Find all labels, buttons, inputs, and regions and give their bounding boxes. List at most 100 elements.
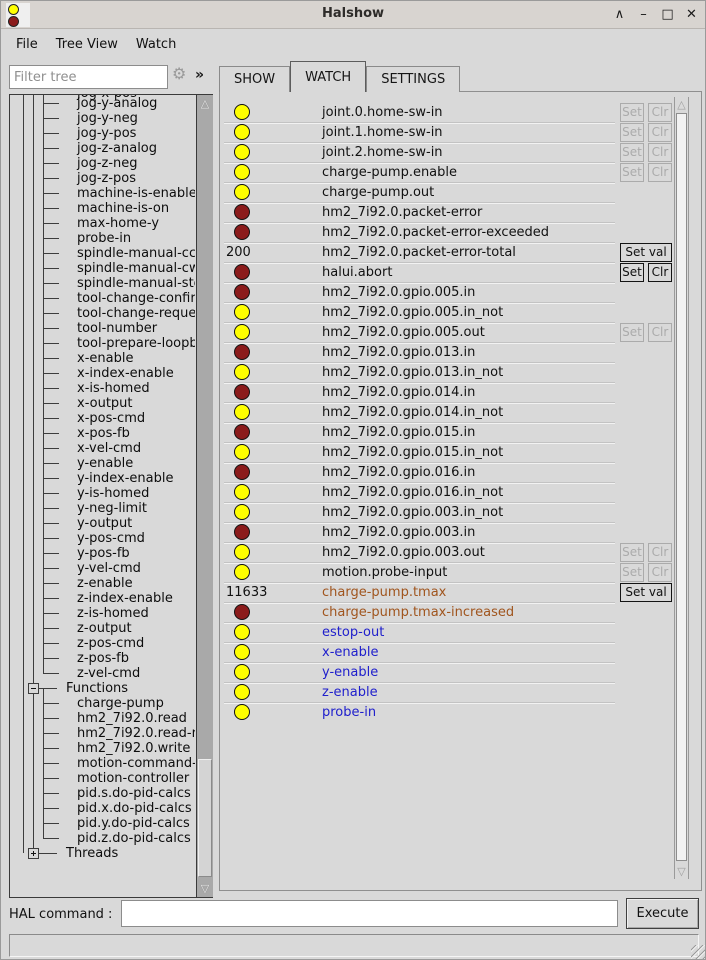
tree-item-y-index-enable[interactable]: y-index-enable: [11, 471, 195, 486]
tree-item-jog-y-neg[interactable]: jog-y-neg: [11, 111, 195, 126]
tree-item-y-pos-cmd[interactable]: y-pos-cmd: [11, 531, 195, 546]
watch-row[interactable]: 200hm2_7i92.0.packet-error-totalSet val: [224, 243, 672, 263]
watch-row[interactable]: hm2_7i92.0.gpio.005.outSetClr: [224, 323, 672, 343]
tree-item-jog-z-pos[interactable]: jog-z-pos: [11, 171, 195, 186]
tree-item-spindle-manual-cw[interactable]: spindle-manual-cw: [11, 261, 195, 276]
tree-item-motion-command-handler[interactable]: motion-command-handler: [11, 756, 195, 771]
tree-item-hm2_7i92.0.write[interactable]: hm2_7i92.0.write: [11, 741, 195, 756]
set-button[interactable]: Set: [620, 263, 644, 282]
filter-tree-input[interactable]: [9, 65, 168, 89]
tree-item-spindle-manual-ccw[interactable]: spindle-manual-ccw: [11, 246, 195, 261]
tree-item-machine-is-on[interactable]: machine-is-on: [11, 201, 195, 216]
watch-row[interactable]: hm2_7i92.0.gpio.013.in_not: [224, 363, 672, 383]
hal-command-input[interactable]: [121, 900, 618, 927]
set-val-button[interactable]: Set val: [620, 243, 672, 262]
menu-item-tree-view[interactable]: Tree View: [47, 34, 127, 55]
tree-item-y-neg-limit[interactable]: y-neg-limit: [11, 501, 195, 516]
watch-row[interactable]: hm2_7i92.0.gpio.003.in: [224, 523, 672, 543]
watch-row[interactable]: hm2_7i92.0.gpio.003.outSetClr: [224, 543, 672, 563]
tree-item-Threads[interactable]: Threads: [11, 846, 195, 861]
watch-row[interactable]: charge-pump.tmax-increased: [224, 603, 672, 623]
collapse-icon[interactable]: [28, 683, 39, 694]
shade-button[interactable]: ∧: [612, 7, 627, 23]
watch-row[interactable]: 11633charge-pump.tmaxSet val: [224, 583, 672, 603]
tree-item-tool-number[interactable]: tool-number: [11, 321, 195, 336]
scroll-up-icon[interactable]: △: [197, 96, 213, 111]
watch-scrollbar-thumb[interactable]: [676, 113, 687, 861]
tree-item-y-enable[interactable]: y-enable: [11, 456, 195, 471]
menu-item-watch[interactable]: Watch: [127, 34, 185, 55]
title-bar[interactable]: Halshow ∧–□✕: [1, 1, 705, 29]
watch-row[interactable]: hm2_7i92.0.packet-error: [224, 203, 672, 223]
tree-item-spindle-manual-stop[interactable]: spindle-manual-stop: [11, 276, 195, 291]
tab-show[interactable]: SHOW: [219, 66, 290, 92]
tree-item-motion-controller[interactable]: motion-controller: [11, 771, 195, 786]
watch-row[interactable]: probe-in: [224, 703, 672, 723]
tree-item-x-output[interactable]: x-output: [11, 396, 195, 411]
tree-item-y-output[interactable]: y-output: [11, 516, 195, 531]
watch-row[interactable]: hm2_7i92.0.gpio.015.in_not: [224, 443, 672, 463]
tree-scrollbar-thumb[interactable]: [198, 759, 212, 877]
tree-item-jog-y-pos[interactable]: jog-y-pos: [11, 126, 195, 141]
tree-item-x-pos-cmd[interactable]: x-pos-cmd: [11, 411, 195, 426]
watch-row[interactable]: charge-pump.enableSetClr: [224, 163, 672, 183]
scroll-up-icon[interactable]: △: [675, 97, 688, 112]
tree-item-hm2_7i92.0.read-request[interactable]: hm2_7i92.0.read-request: [11, 726, 195, 741]
tree-item-charge-pump[interactable]: charge-pump: [11, 696, 195, 711]
tree-item-max-home-y[interactable]: max-home-y: [11, 216, 195, 231]
tree-item-probe-in[interactable]: probe-in: [11, 231, 195, 246]
watch-row[interactable]: hm2_7i92.0.gpio.014.in_not: [224, 403, 672, 423]
watch-row[interactable]: joint.1.home-sw-inSetClr: [224, 123, 672, 143]
tree-item-y-is-homed[interactable]: y-is-homed: [11, 486, 195, 501]
tree-item-pid.s.do-pid-calcs[interactable]: pid.s.do-pid-calcs: [11, 786, 195, 801]
tree-item-jog-z-analog[interactable]: jog-z-analog: [11, 141, 195, 156]
tree-item-tool-prepare-loopback[interactable]: tool-prepare-loopback: [11, 336, 195, 351]
tree-item-pid.x.do-pid-calcs[interactable]: pid.x.do-pid-calcs: [11, 801, 195, 816]
watch-row[interactable]: joint.0.home-sw-inSetClr: [224, 103, 672, 123]
tree-item-hm2_7i92.0.read[interactable]: hm2_7i92.0.read: [11, 711, 195, 726]
gear-icon[interactable]: ⚙: [172, 64, 186, 83]
watch-row[interactable]: hm2_7i92.0.gpio.005.in_not: [224, 303, 672, 323]
tree-item-jog-z-neg[interactable]: jog-z-neg: [11, 156, 195, 171]
scroll-down-icon[interactable]: ▽: [197, 881, 213, 896]
watch-row[interactable]: halui.abortSetClr: [224, 263, 672, 283]
tree-item-z-is-homed[interactable]: z-is-homed: [11, 606, 195, 621]
watch-row[interactable]: y-enable: [224, 663, 672, 683]
tree-item-z-enable[interactable]: z-enable: [11, 576, 195, 591]
watch-row[interactable]: hm2_7i92.0.gpio.013.in: [224, 343, 672, 363]
resize-grip[interactable]: [691, 945, 705, 959]
clr-button[interactable]: Clr: [648, 263, 672, 282]
tree-item-machine-is-enabled[interactable]: machine-is-enabled: [11, 186, 195, 201]
tree-item-x-pos-fb[interactable]: x-pos-fb: [11, 426, 195, 441]
watch-row[interactable]: hm2_7i92.0.gpio.005.in: [224, 283, 672, 303]
tree-item-x-index-enable[interactable]: x-index-enable: [11, 366, 195, 381]
tree-item-y-vel-cmd[interactable]: y-vel-cmd: [11, 561, 195, 576]
watch-row[interactable]: motion.probe-inputSetClr: [224, 563, 672, 583]
tree-item-pid.z.do-pid-calcs[interactable]: pid.z.do-pid-calcs: [11, 831, 195, 846]
tree-item-z-pos-fb[interactable]: z-pos-fb: [11, 651, 195, 666]
minimize-button[interactable]: –: [636, 7, 651, 23]
tree-item-jog-y-analog[interactable]: jog-y-analog: [11, 96, 195, 111]
tree-item-tool-change-confirm[interactable]: tool-change-confirm: [11, 291, 195, 306]
tab-settings[interactable]: SETTINGS: [366, 66, 460, 92]
watch-row[interactable]: hm2_7i92.0.gpio.016.in_not: [224, 483, 672, 503]
watch-row[interactable]: hm2_7i92.0.gpio.016.in: [224, 463, 672, 483]
watch-row[interactable]: estop-out: [224, 623, 672, 643]
watch-row[interactable]: hm2_7i92.0.packet-error-exceeded: [224, 223, 672, 243]
execute-button[interactable]: Execute: [626, 898, 699, 929]
watch-row[interactable]: charge-pump.out: [224, 183, 672, 203]
set-val-button[interactable]: Set val: [620, 583, 672, 602]
close-button[interactable]: ✕: [684, 7, 699, 23]
tree-item-x-enable[interactable]: x-enable: [11, 351, 195, 366]
tree-item-x-is-homed[interactable]: x-is-homed: [11, 381, 195, 396]
menu-item-file[interactable]: File: [7, 34, 47, 55]
tree-item-y-pos-fb[interactable]: y-pos-fb: [11, 546, 195, 561]
tree-item-Functions[interactable]: Functions: [11, 681, 195, 696]
tree-item-tool-change-request[interactable]: tool-change-request: [11, 306, 195, 321]
scroll-down-icon[interactable]: ▽: [675, 864, 688, 879]
tree-item-pid.y.do-pid-calcs[interactable]: pid.y.do-pid-calcs: [11, 816, 195, 831]
expand-icon[interactable]: [28, 848, 39, 859]
tree-scrollbar[interactable]: △ ▽: [196, 95, 213, 897]
expand-tree-button[interactable]: »: [195, 67, 204, 83]
watch-row[interactable]: x-enable: [224, 643, 672, 663]
